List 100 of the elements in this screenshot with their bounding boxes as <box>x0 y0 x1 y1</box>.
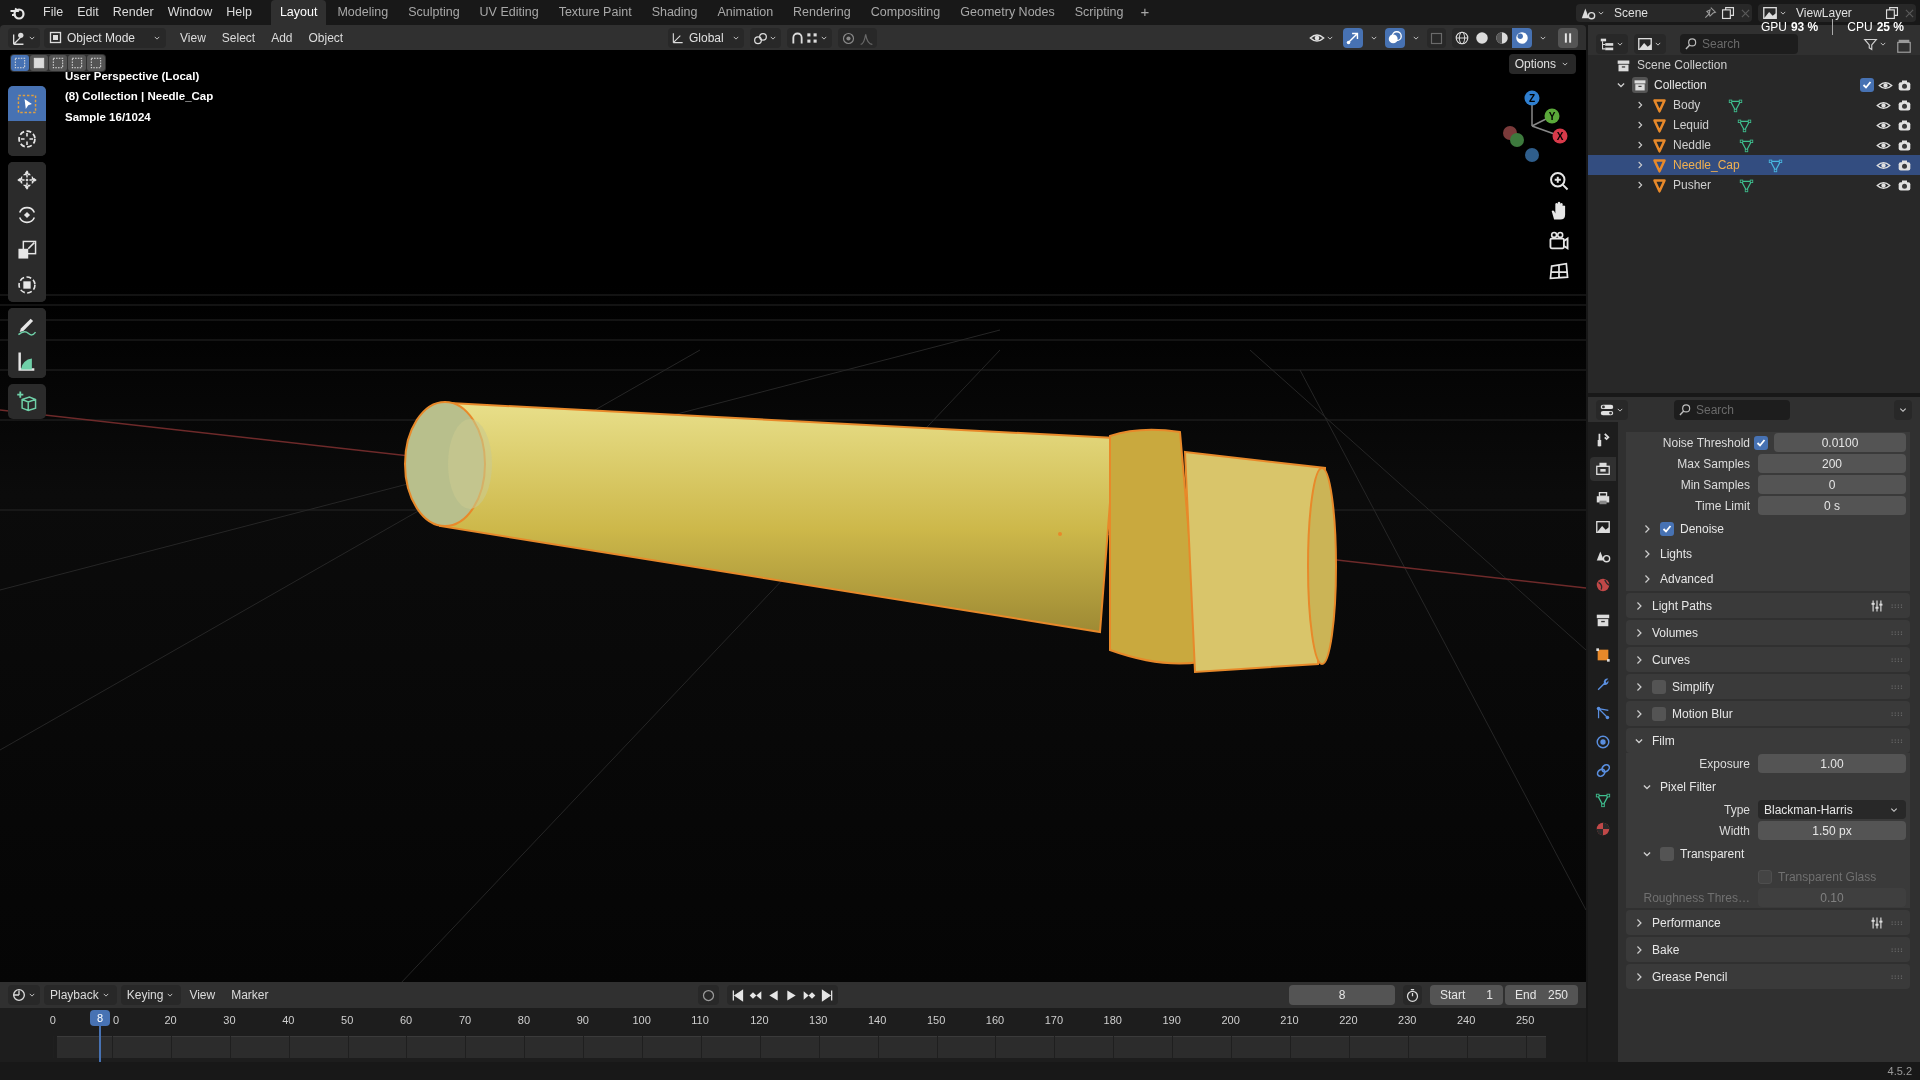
overlays-toggle[interactable] <box>1385 28 1405 48</box>
workspace-tab[interactable]: Modeling <box>328 0 398 25</box>
editor-type-button[interactable] <box>1596 34 1628 54</box>
subpanel-title[interactable]: Denoise <box>1680 519 1725 538</box>
menu-item[interactable]: Window <box>160 0 220 25</box>
editor-type-button[interactable] <box>8 27 40 48</box>
panel-header[interactable]: Bake <box>1626 937 1910 962</box>
copy-icon[interactable] <box>1721 6 1735 20</box>
jump-end-icon[interactable] <box>820 987 835 1003</box>
select-mode-button[interactable] <box>68 55 86 71</box>
workspace-tab[interactable]: Texture Paint <box>549 0 641 25</box>
workspace-tab[interactable]: Layout <box>270 0 327 25</box>
checkbox[interactable] <box>1860 78 1874 92</box>
number-field[interactable]: 200 <box>1758 454 1906 473</box>
copy-icon[interactable] <box>1885 6 1899 20</box>
mode-dropdown[interactable]: Object Mode <box>44 27 166 48</box>
search-field[interactable]: Search <box>1680 34 1798 54</box>
menu-item[interactable]: File <box>36 0 71 25</box>
render-tab[interactable] <box>1590 457 1616 481</box>
preview-range-button[interactable] <box>1403 985 1422 1005</box>
panel-header[interactable]: Curves <box>1626 647 1910 672</box>
jump-start-icon[interactable] <box>730 987 745 1003</box>
sliders-icon[interactable] <box>1870 915 1884 930</box>
panel-header[interactable]: Light Paths <box>1626 593 1910 618</box>
grid-icon[interactable] <box>1548 260 1570 282</box>
pause-button[interactable] <box>1558 28 1578 48</box>
menu-dropdown[interactable]: Playback <box>44 985 117 1005</box>
outliner-row[interactable]: Neddle <box>1588 135 1920 155</box>
menu-item[interactable]: View <box>172 28 214 47</box>
panel-header[interactable]: Motion Blur <box>1626 701 1910 726</box>
axis-handle[interactable]: X <box>1552 128 1568 144</box>
orientation-dropdown[interactable]: Global <box>668 28 744 48</box>
xray-toggle[interactable] <box>1427 28 1446 48</box>
display-mode-dropdown[interactable] <box>1634 34 1666 54</box>
select-mode-button[interactable] <box>11 55 29 71</box>
navigation-gizmo[interactable]: Z Y X <box>1492 86 1572 166</box>
workspace-tab[interactable]: Geometry Nodes <box>951 0 1064 25</box>
proportional-edit-button[interactable] <box>838 28 877 48</box>
subpanel-title[interactable]: Lights <box>1660 544 1693 563</box>
sliders-icon[interactable] <box>1870 598 1884 613</box>
panel-header[interactable]: Grease Pencil <box>1626 964 1910 989</box>
select-mode-button[interactable] <box>30 55 48 71</box>
axis-handle[interactable] <box>1525 148 1539 162</box>
number-field[interactable]: 0.0100 <box>1774 433 1906 452</box>
current-frame-field[interactable]: 8 <box>1289 985 1395 1005</box>
menu-item[interactable]: Edit <box>70 0 106 25</box>
subpanel-title[interactable]: Advanced <box>1660 569 1714 588</box>
camera-icon[interactable] <box>1548 230 1570 252</box>
auto-keying-button[interactable] <box>698 985 719 1005</box>
workspace-tab[interactable]: UV Editing <box>470 0 548 25</box>
panel-header[interactable]: Performance <box>1626 910 1910 935</box>
pin-icon[interactable] <box>1703 6 1717 20</box>
editor-type-button[interactable] <box>1596 399 1628 420</box>
frame-range-field[interactable]: Start 1 <box>1430 985 1503 1005</box>
checkbox[interactable] <box>1652 679 1666 694</box>
subpanel-title[interactable]: Pixel Filter <box>1660 777 1716 796</box>
tree-item[interactable]: Scene Collection <box>1637 56 1728 74</box>
type-dropdown[interactable]: Blackman-Harris <box>1758 800 1906 819</box>
options-dropdown[interactable]: Options <box>1508 54 1576 74</box>
checkbox[interactable] <box>1652 706 1666 721</box>
checkbox[interactable] <box>1660 846 1674 861</box>
select-mode-button[interactable] <box>87 55 105 71</box>
playhead-line[interactable] <box>99 1026 102 1062</box>
select-mode-button[interactable] <box>49 55 67 71</box>
menu-item[interactable]: Select <box>213 28 264 47</box>
menu-item[interactable]: Help <box>219 0 259 25</box>
outliner-row[interactable]: Needle_Cap <box>1588 155 1920 175</box>
view-layer-selector[interactable]: ViewLayer <box>1758 4 1916 22</box>
scene-selector[interactable]: Scene <box>1576 4 1752 22</box>
outliner-row[interactable]: Body <box>1588 95 1920 115</box>
playhead-frame[interactable]: 8 <box>90 1010 111 1026</box>
workspace-tab[interactable]: Compositing <box>861 0 950 25</box>
workspace-tab[interactable]: Animation <box>708 0 783 25</box>
menu-item[interactable]: Marker <box>223 986 277 1004</box>
panel-header[interactable]: Film <box>1626 728 1910 753</box>
search-field[interactable]: Search <box>1674 399 1790 420</box>
menu-item[interactable]: Render <box>105 0 161 25</box>
workspace-tab[interactable]: Sculpting <box>399 0 469 25</box>
snap-dropdown[interactable] <box>787 28 832 48</box>
axis-handle[interactable] <box>1510 133 1524 147</box>
options-dropdown[interactable] <box>1894 399 1912 420</box>
panel-header[interactable]: Volumes <box>1626 620 1910 645</box>
menu-item[interactable]: View <box>181 986 224 1004</box>
gizmo-toggle[interactable] <box>1343 28 1363 48</box>
tree-item[interactable]: Collection <box>1654 76 1707 94</box>
workspace-tab[interactable]: Rendering <box>784 0 860 25</box>
workspace-tab[interactable]: Shading <box>642 0 707 25</box>
number-field[interactable]: 1.50 px <box>1758 821 1906 840</box>
checkbox[interactable] <box>1660 521 1674 536</box>
menu-item[interactable]: Object <box>300 28 352 47</box>
number-field[interactable]: 1.00 <box>1758 754 1906 773</box>
frame-range-field[interactable]: End 250 <box>1505 985 1578 1005</box>
axis-handle[interactable]: Y <box>1544 108 1560 124</box>
add-workspace-button[interactable]: + <box>1134 1 1156 24</box>
outliner-row[interactable]: Lequid <box>1588 115 1920 135</box>
workspace-tab[interactable]: Scripting <box>1065 0 1133 25</box>
checkbox[interactable] <box>1754 435 1768 450</box>
number-field[interactable]: 0 <box>1758 475 1906 494</box>
editor-type-button[interactable] <box>8 985 40 1005</box>
menu-dropdown[interactable]: Keying <box>120 985 182 1005</box>
